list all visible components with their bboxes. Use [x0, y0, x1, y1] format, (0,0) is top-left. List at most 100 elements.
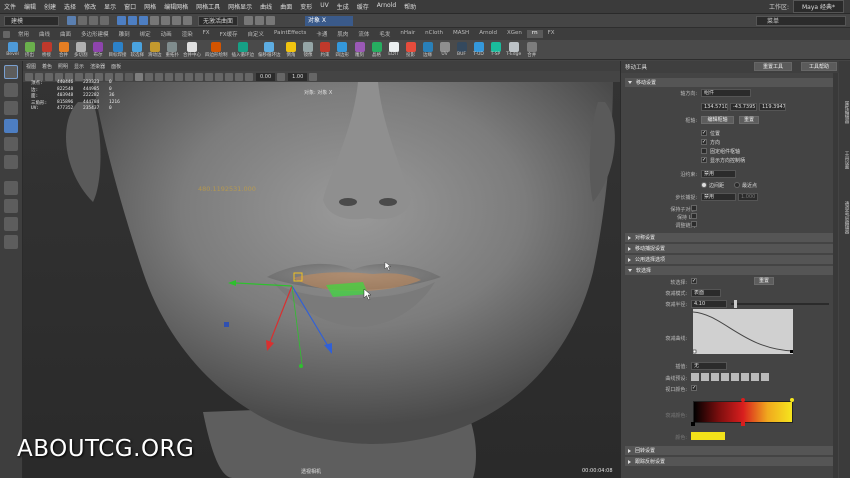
radio-nearest-point[interactable]	[734, 182, 740, 188]
shelf-button[interactable]: BUF	[455, 42, 468, 57]
four-layout-icon[interactable]	[4, 217, 18, 231]
preserve-uv-checkbox[interactable]	[691, 213, 697, 219]
shelf-tab[interactable]: MASH	[448, 30, 474, 38]
select-object-icon[interactable]	[128, 16, 137, 25]
shelf-tab[interactable]: FX	[198, 30, 215, 38]
folder-icon[interactable]	[67, 16, 76, 25]
gradient-key-icon[interactable]	[691, 422, 695, 426]
shelf-tab[interactable]: rn	[526, 30, 543, 38]
shelf-tab[interactable]: 肌肉	[332, 30, 353, 38]
select-tool-icon[interactable]	[4, 65, 18, 79]
curve-key-icon[interactable]	[790, 350, 793, 353]
section-reflection[interactable]: 跟踪反射设置	[625, 457, 835, 466]
shelf-tab[interactable]: 渲染	[177, 30, 198, 38]
shelf-button[interactable]: UV	[438, 42, 451, 57]
shelf-tab[interactable]: 曲线	[34, 30, 55, 38]
shelf-tab[interactable]: Arnold	[474, 30, 502, 38]
shelf-button[interactable]: 滑动边	[148, 41, 162, 58]
shadows-icon[interactable]	[175, 72, 183, 81]
menu-item[interactable]: 编辑	[20, 2, 40, 11]
shelf-button[interactable]: 晶格	[370, 41, 383, 58]
render-icon[interactable]	[244, 16, 254, 25]
pivot-option-checkbox[interactable]: ✓	[701, 130, 707, 136]
tool-help-button[interactable]: 工具帮助	[801, 62, 837, 71]
rotate-tool-icon[interactable]	[4, 137, 18, 151]
shelf-button[interactable]: 边缘	[421, 41, 434, 58]
shelf-tab[interactable]: 常用	[13, 30, 34, 38]
snap-view-icon[interactable]	[183, 16, 192, 25]
viewport-menu-item[interactable]: 着色	[39, 63, 55, 70]
falloff-radius-slider[interactable]	[731, 300, 829, 308]
gamma-field[interactable]: 1.00	[288, 72, 308, 81]
section-common-selection[interactable]: 公用选择选项	[625, 255, 835, 264]
shelf-button[interactable]: 软选择	[131, 41, 144, 58]
shelf-tab[interactable]: FX	[543, 30, 560, 38]
shelf-button[interactable]: 雕刻	[353, 41, 366, 58]
isolate-icon[interactable]	[205, 72, 213, 81]
shelf-button[interactable]: 合并	[525, 41, 538, 58]
menu-item[interactable]: 网格	[140, 2, 160, 11]
menu-item[interactable]: 变形	[296, 2, 316, 11]
menu-item[interactable]: 帮助	[400, 2, 420, 11]
shelf-button[interactable]: 四边形绘制	[205, 41, 228, 58]
menu-item[interactable]: 编辑网格	[160, 2, 192, 11]
shelf-button[interactable]: 重拓扑	[166, 41, 179, 58]
wireframe-on-shaded-icon[interactable]	[145, 72, 153, 81]
pivot-option-checkbox[interactable]: ✓	[701, 157, 707, 163]
exposure-field[interactable]: 0.00	[256, 72, 276, 81]
preset-1-icon[interactable]	[691, 373, 699, 381]
ipr-icon[interactable]	[255, 16, 265, 25]
falloff-curve-graph[interactable]	[693, 309, 793, 354]
axis-orient-dropdown[interactable]: 组件	[701, 89, 751, 97]
shelf-button[interactable]: T-UD	[472, 42, 485, 57]
tweak-checkbox[interactable]	[691, 221, 697, 227]
preset-3-icon[interactable]	[711, 373, 719, 381]
shelf-tab[interactable]: 绑定	[135, 30, 156, 38]
reset-tool-button[interactable]: 重置工具	[754, 62, 792, 71]
soft-reset-button[interactable]: 重置	[754, 277, 774, 285]
xray-joints-icon[interactable]	[225, 72, 233, 81]
shelf-tab[interactable]: nHair	[395, 30, 420, 38]
reset-pivot-button[interactable]: 重置	[739, 116, 759, 124]
gradient-key-icon[interactable]	[741, 422, 745, 426]
shelf-tab[interactable]: 曲面	[55, 30, 76, 38]
menu-item[interactable]: 文件	[0, 2, 20, 11]
move-axis-plane-handle[interactable]	[224, 322, 229, 327]
menu-item[interactable]: 修改	[80, 2, 100, 11]
curve-key-icon[interactable]	[693, 349, 697, 354]
step-snap-dropdown[interactable]: 禁用	[701, 193, 736, 201]
shelf-button[interactable]: 约束	[319, 41, 332, 58]
shelf-button[interactable]: T-Edge	[506, 42, 521, 57]
shelf-tab[interactable]: nCloth	[420, 30, 448, 38]
color-mgmt-icon[interactable]	[309, 72, 318, 81]
interp-dropdown[interactable]: 无	[691, 362, 727, 370]
coord-y-field[interactable]: -43.7395	[730, 103, 757, 111]
shelf-button[interactable]: 投影	[404, 41, 417, 58]
select-component-icon[interactable]	[139, 16, 148, 25]
menu-item[interactable]: 网格显示	[224, 2, 256, 11]
snap-curve-icon[interactable]	[161, 16, 170, 25]
falloff-color-gradient[interactable]	[693, 401, 793, 423]
xray-icon[interactable]	[215, 72, 223, 81]
shelf-tab[interactable]: 流体	[353, 30, 374, 38]
coord-x-field[interactable]: 134.5710	[701, 103, 728, 111]
menu-item[interactable]: 窗口	[120, 2, 140, 11]
object-name-field[interactable]: 对象 X	[305, 15, 354, 26]
motion-blur-icon[interactable]	[195, 72, 203, 81]
gradient-key-icon[interactable]	[790, 398, 794, 402]
lights-icon[interactable]	[165, 72, 173, 81]
gamma-icon[interactable]	[277, 72, 286, 81]
preset-6-icon[interactable]	[741, 373, 749, 381]
shelf-button[interactable]: 桥接	[40, 41, 53, 58]
falloff-radius-handle[interactable]	[733, 300, 737, 308]
viewport-menu-item[interactable]: 照明	[55, 63, 71, 70]
paint-select-tool-icon[interactable]	[4, 101, 18, 115]
menu-item[interactable]: 缓存	[353, 2, 373, 11]
side-tab[interactable]: 属性编辑器	[840, 101, 849, 124]
select-hierarchy-icon[interactable]	[117, 16, 126, 25]
shelf-button[interactable]: 偏移循环边	[258, 41, 281, 58]
panel-scrollbar[interactable]	[833, 73, 838, 478]
workspace-dropdown[interactable]: Maya 经典*	[793, 0, 844, 13]
viewport-menu-item[interactable]: 视图	[23, 63, 39, 70]
edit-pivot-button[interactable]: 编辑枢轴	[701, 116, 734, 124]
